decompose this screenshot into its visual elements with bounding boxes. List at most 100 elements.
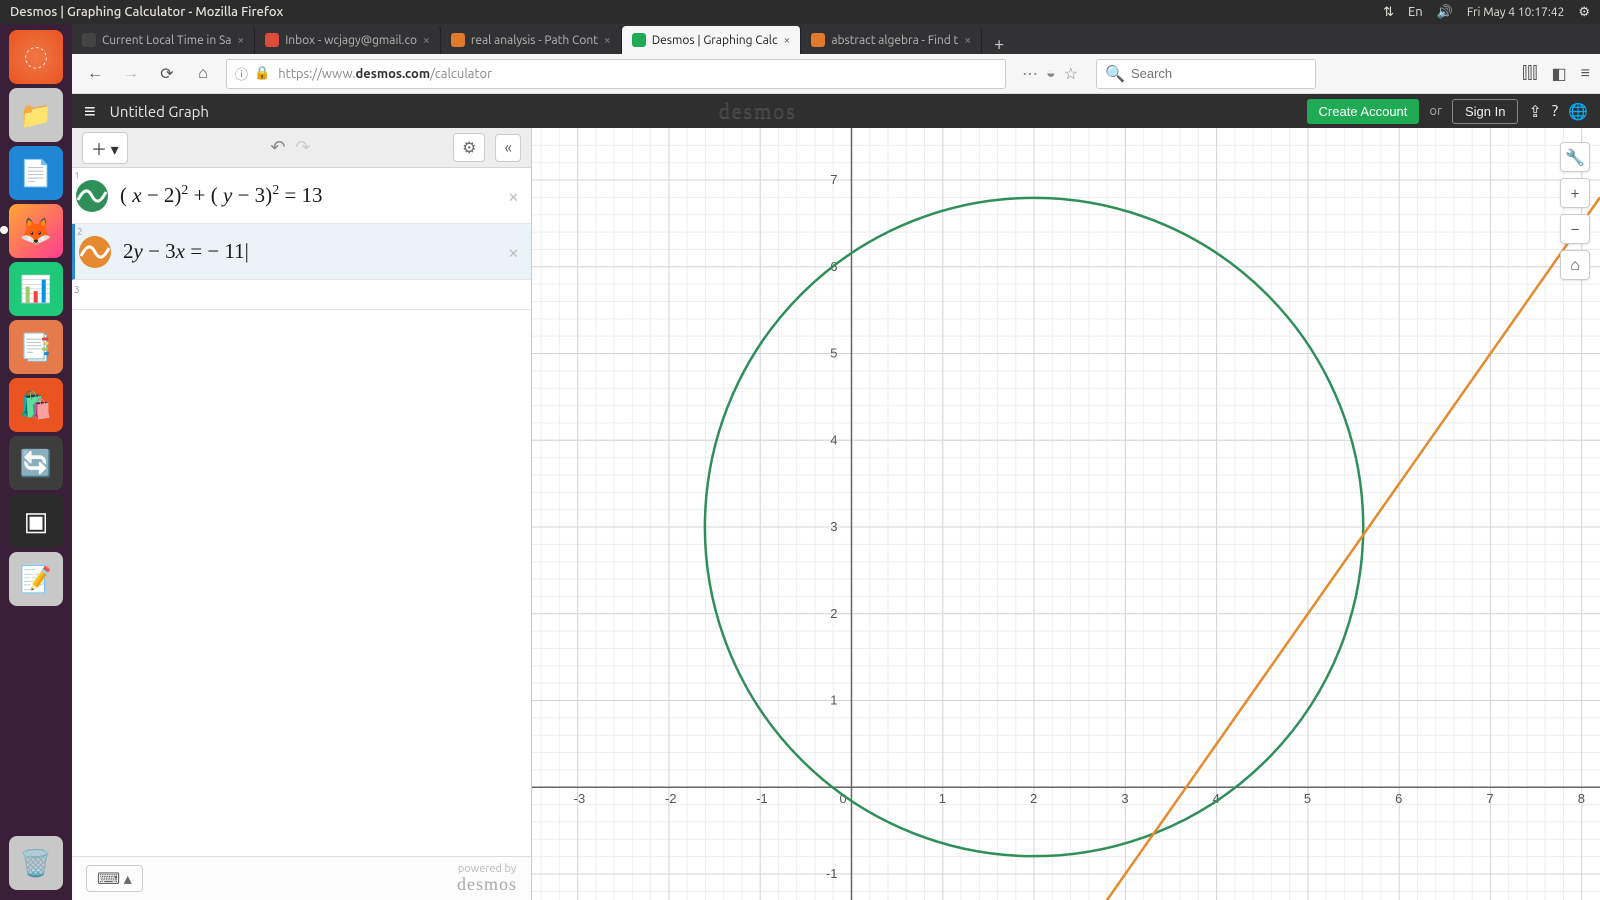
svg-text:-2: -2: [665, 791, 677, 806]
add-expression-button[interactable]: ＋ ▾: [82, 132, 128, 164]
page-actions-icon[interactable]: ⋯: [1022, 64, 1038, 83]
site-info-icon[interactable]: ⓘ: [235, 64, 248, 83]
svg-text:3: 3: [1121, 791, 1128, 806]
sidebar-icon[interactable]: ◧: [1552, 64, 1567, 83]
hamburger-menu-icon[interactable]: ≡: [84, 99, 96, 124]
terminal-icon[interactable]: ▣: [9, 494, 63, 548]
firefox-window: Current Local Time in Sa × Inbox - wcjag…: [72, 24, 1600, 900]
pocket-icon[interactable]: ◒: [1046, 64, 1056, 83]
software-updater-icon[interactable]: 🔄: [9, 436, 63, 490]
zoom-in-button[interactable]: +: [1560, 178, 1590, 208]
libreoffice-calc-icon[interactable]: 📊: [9, 262, 63, 316]
forward-button[interactable]: →: [118, 64, 144, 83]
desmos-header: ≡ Untitled Graph desmos Create Account o…: [72, 94, 1600, 128]
close-tab-icon[interactable]: ×: [964, 34, 971, 47]
expression-row[interactable]: 2 2y − 3x = − 11| ×: [72, 224, 531, 280]
browser-tab[interactable]: real analysis - Path Cont ×: [441, 26, 622, 54]
dash-icon[interactable]: ◌: [9, 30, 63, 84]
language-icon[interactable]: 🌐: [1568, 102, 1588, 121]
home-button[interactable]: ⌂: [190, 64, 216, 83]
sound-icon[interactable]: 🔊: [1437, 5, 1453, 20]
svg-text:5: 5: [1304, 791, 1311, 806]
collapse-panel-button[interactable]: «: [495, 134, 521, 162]
delete-expression-icon[interactable]: ×: [508, 240, 519, 263]
close-tab-icon[interactable]: ×: [423, 34, 430, 47]
delete-expression-icon[interactable]: ×: [508, 184, 519, 207]
desmos-body: ＋ ▾ ↶ ↷ ⚙ « 1 ( x − 2)2 + ( y − 3)2 = 13…: [72, 128, 1600, 900]
favicon: [632, 33, 646, 47]
tab-label: Desmos | Graphing Calc: [652, 34, 778, 47]
libreoffice-impress-icon[interactable]: 📑: [9, 320, 63, 374]
svg-text:1: 1: [939, 791, 946, 806]
lock-icon: 🔒: [254, 66, 270, 81]
search-icon: 🔍: [1105, 64, 1125, 83]
expression-color-chip[interactable]: [76, 180, 108, 212]
firefox-icon[interactable]: 🦊: [9, 204, 63, 258]
graph-canvas[interactable]: -3-2-112345678-112345670: [532, 128, 1600, 900]
expression-math[interactable]: ( x − 2)2 + ( y − 3)2 = 13: [116, 171, 327, 220]
tab-label: Current Local Time in Sa: [102, 34, 231, 47]
reload-button[interactable]: ⟳: [154, 64, 180, 83]
create-account-button[interactable]: Create Account: [1307, 99, 1420, 124]
url-text: https://www.desmos.com/calculator: [278, 67, 492, 81]
expression-math[interactable]: [112, 283, 120, 307]
graph-title[interactable]: Untitled Graph: [110, 103, 209, 120]
trash-icon[interactable]: 🗑️: [9, 836, 63, 890]
panel-footer: ⌨ ▴ powered by desmos: [72, 856, 531, 900]
or-label: or: [1429, 104, 1442, 118]
bookmark-star-icon[interactable]: ☆: [1064, 64, 1078, 83]
app-menu-icon[interactable]: ≡: [1581, 64, 1590, 83]
browser-tab[interactable]: Desmos | Graphing Calc ×: [622, 26, 802, 54]
new-tab-button[interactable]: +: [982, 34, 1016, 54]
text-editor-icon[interactable]: 📝: [9, 552, 63, 606]
window-title: Desmos | Graphing Calculator - Mozilla F…: [10, 5, 283, 19]
svg-text:3: 3: [830, 519, 837, 534]
undo-button[interactable]: ↶: [270, 137, 285, 158]
svg-text:1: 1: [830, 692, 837, 707]
sign-in-button[interactable]: Sign In: [1452, 99, 1518, 124]
url-bar-row: ← → ⟳ ⌂ ⓘ 🔒 https://www.desmos.com/calcu…: [72, 54, 1600, 94]
search-box[interactable]: 🔍: [1096, 59, 1316, 89]
svg-text:4: 4: [830, 432, 837, 447]
close-tab-icon[interactable]: ×: [784, 34, 791, 47]
keyboard-lang[interactable]: En: [1408, 5, 1423, 19]
footer-brand: desmos: [457, 875, 517, 895]
files-icon[interactable]: 📁: [9, 88, 63, 142]
redo-button[interactable]: ↷: [295, 137, 310, 158]
expression-row[interactable]: 1 ( x − 2)2 + ( y − 3)2 = 13 ×: [72, 168, 531, 224]
expression-settings-button[interactable]: ⚙: [453, 133, 485, 162]
share-icon[interactable]: ⇪: [1528, 102, 1541, 121]
home-zoom-button[interactable]: ⌂: [1560, 250, 1590, 280]
libreoffice-writer-icon[interactable]: 📄: [9, 146, 63, 200]
browser-tab[interactable]: abstract algebra - Find t ×: [801, 26, 982, 54]
graph-area[interactable]: -3-2-112345678-112345670 🔧 + − ⌂: [532, 128, 1600, 900]
close-tab-icon[interactable]: ×: [604, 34, 611, 47]
clock[interactable]: Fri May 4 10:17:42: [1467, 6, 1564, 19]
graph-settings-button[interactable]: 🔧: [1560, 142, 1590, 172]
expression-row[interactable]: 3: [72, 280, 531, 310]
browser-tab[interactable]: Current Local Time in Sa ×: [72, 26, 255, 54]
network-icon[interactable]: ⇅: [1383, 5, 1394, 20]
svg-text:8: 8: [1578, 791, 1585, 806]
expression-index: 3: [74, 284, 80, 295]
favicon: [265, 33, 279, 47]
svg-text:7: 7: [1486, 791, 1493, 806]
svg-text:7: 7: [830, 172, 837, 187]
on-screen-keyboard-button[interactable]: ⌨ ▴: [86, 865, 143, 892]
close-tab-icon[interactable]: ×: [237, 34, 244, 47]
svg-text:6: 6: [1395, 791, 1402, 806]
search-input[interactable]: [1131, 66, 1307, 81]
library-icon[interactable]: ⫿⫿⫿: [1522, 64, 1537, 83]
panel-toolbar: ＋ ▾ ↶ ↷ ⚙ «: [72, 128, 531, 168]
browser-tab[interactable]: Inbox - wcjagy@gmail.co ×: [255, 26, 441, 54]
favicon: [811, 33, 825, 47]
expression-math[interactable]: 2y − 3x = − 11|: [119, 227, 253, 276]
expression-panel: ＋ ▾ ↶ ↷ ⚙ « 1 ( x − 2)2 + ( y − 3)2 = 13…: [72, 128, 532, 900]
back-button[interactable]: ←: [82, 64, 108, 83]
url-bar[interactable]: ⓘ 🔒 https://www.desmos.com/calculator: [226, 59, 1006, 89]
software-center-icon[interactable]: 🛍️: [9, 378, 63, 432]
expression-color-chip[interactable]: [79, 236, 111, 268]
system-gear-icon[interactable]: ⚙: [1578, 5, 1590, 20]
help-icon[interactable]: ?: [1552, 102, 1558, 120]
zoom-out-button[interactable]: −: [1560, 214, 1590, 244]
